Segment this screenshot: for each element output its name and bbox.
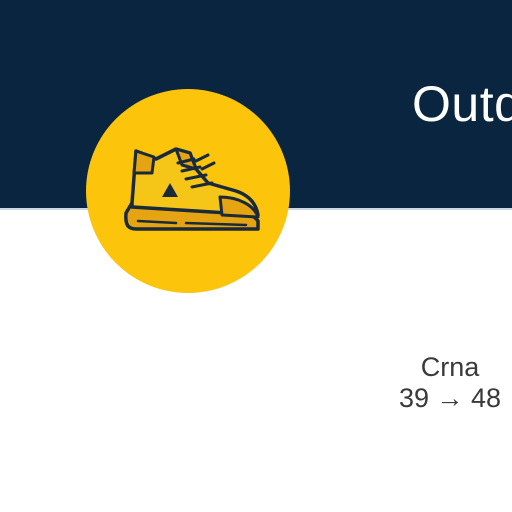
product-details: Crna 39 → 48 — [380, 352, 512, 414]
product-card: Outdo — [0, 0, 512, 512]
color-name: Crna — [420, 352, 480, 382]
hiking-boot-icon — [124, 147, 260, 231]
product-icon-badge — [86, 89, 290, 293]
size-range: 39 → 48 — [398, 383, 502, 413]
product-title: Outdo — [412, 76, 512, 132]
